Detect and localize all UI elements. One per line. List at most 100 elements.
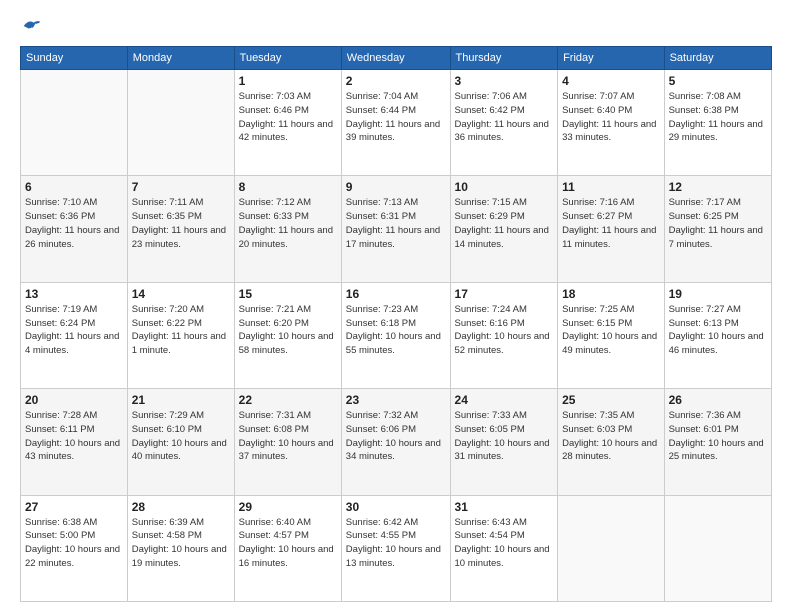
day-info: Sunrise: 7:10 AM Sunset: 6:36 PM Dayligh…	[25, 196, 123, 251]
day-info: Sunrise: 7:31 AM Sunset: 6:08 PM Dayligh…	[239, 409, 337, 464]
day-info: Sunrise: 7:07 AM Sunset: 6:40 PM Dayligh…	[562, 90, 660, 145]
day-info: Sunrise: 7:13 AM Sunset: 6:31 PM Dayligh…	[346, 196, 446, 251]
day-number: 26	[669, 393, 767, 407]
day-number: 9	[346, 180, 446, 194]
day-number: 3	[455, 74, 554, 88]
day-info: Sunrise: 7:23 AM Sunset: 6:18 PM Dayligh…	[346, 303, 446, 358]
day-info: Sunrise: 7:35 AM Sunset: 6:03 PM Dayligh…	[562, 409, 660, 464]
calendar-day-cell: 18 Sunrise: 7:25 AM Sunset: 6:15 PM Dayli…	[558, 282, 665, 388]
calendar-day-cell: 30 Sunrise: 6:42 AM Sunset: 4:55 PM Dayli…	[341, 495, 450, 601]
calendar-day-cell: 3 Sunrise: 7:06 AM Sunset: 6:42 PM Daylig…	[450, 70, 558, 176]
calendar-week-row: 13Sunrise: 7:19 AM Sunset: 6:24 PM Dayli…	[21, 282, 772, 388]
calendar-day-cell: 16 Sunrise: 7:23 AM Sunset: 6:18 PM Dayli…	[341, 282, 450, 388]
day-number: 19	[669, 287, 767, 301]
day-number: 29	[239, 500, 337, 514]
calendar-day-cell: 22 Sunrise: 7:31 AM Sunset: 6:08 PM Dayli…	[234, 389, 341, 495]
day-info: Sunrise: 6:38 AM Sunset: 5:00 PM Dayligh…	[25, 516, 123, 571]
calendar-day-cell: 9 Sunrise: 7:13 AM Sunset: 6:31 PM Daylig…	[341, 176, 450, 282]
day-number: 16	[346, 287, 446, 301]
calendar-day-cell	[664, 495, 771, 601]
calendar-header-row: SundayMondayTuesdayWednesdayThursdayFrid…	[21, 47, 772, 70]
weekday-header: Wednesday	[341, 47, 450, 70]
calendar-day-cell: 24Sunrise: 7:33 AM Sunset: 6:05 PM Dayli…	[450, 389, 558, 495]
calendar-day-cell	[21, 70, 128, 176]
day-number: 12	[669, 180, 767, 194]
calendar-day-cell	[127, 70, 234, 176]
calendar-day-cell	[558, 495, 665, 601]
calendar-day-cell: 15Sunrise: 7:21 AM Sunset: 6:20 PM Dayli…	[234, 282, 341, 388]
calendar-day-cell: 28 Sunrise: 6:39 AM Sunset: 4:58 PM Dayli…	[127, 495, 234, 601]
calendar-day-cell: 14 Sunrise: 7:20 AM Sunset: 6:22 PM Dayli…	[127, 282, 234, 388]
day-number: 24	[455, 393, 554, 407]
weekday-header: Monday	[127, 47, 234, 70]
calendar-day-cell: 26 Sunrise: 7:36 AM Sunset: 6:01 PM Dayli…	[664, 389, 771, 495]
day-info: Sunrise: 7:32 AM Sunset: 6:06 PM Dayligh…	[346, 409, 446, 464]
day-number: 10	[455, 180, 554, 194]
day-info: Sunrise: 7:15 AM Sunset: 6:29 PM Dayligh…	[455, 196, 554, 251]
day-info: Sunrise: 7:19 AM Sunset: 6:24 PM Dayligh…	[25, 303, 123, 358]
calendar-table: SundayMondayTuesdayWednesdayThursdayFrid…	[20, 46, 772, 602]
calendar-day-cell: 12Sunrise: 7:17 AM Sunset: 6:25 PM Dayli…	[664, 176, 771, 282]
day-info: Sunrise: 7:29 AM Sunset: 6:10 PM Dayligh…	[132, 409, 230, 464]
calendar-day-cell: 8Sunrise: 7:12 AM Sunset: 6:33 PM Daylig…	[234, 176, 341, 282]
header	[20, 16, 772, 36]
calendar-day-cell: 19 Sunrise: 7:27 AM Sunset: 6:13 PM Dayli…	[664, 282, 771, 388]
day-info: Sunrise: 6:42 AM Sunset: 4:55 PM Dayligh…	[346, 516, 446, 571]
calendar-week-row: 1 Sunrise: 7:03 AM Sunset: 6:46 PM Daylig…	[21, 70, 772, 176]
day-number: 30	[346, 500, 446, 514]
day-number: 28	[132, 500, 230, 514]
calendar-day-cell: 13Sunrise: 7:19 AM Sunset: 6:24 PM Dayli…	[21, 282, 128, 388]
day-number: 22	[239, 393, 337, 407]
day-number: 6	[25, 180, 123, 194]
day-info: Sunrise: 6:39 AM Sunset: 4:58 PM Dayligh…	[132, 516, 230, 571]
day-info: Sunrise: 7:08 AM Sunset: 6:38 PM Dayligh…	[669, 90, 767, 145]
day-number: 25	[562, 393, 660, 407]
calendar-week-row: 27 Sunrise: 6:38 AM Sunset: 5:00 PM Dayli…	[21, 495, 772, 601]
day-number: 2	[346, 74, 446, 88]
calendar-day-cell: 10 Sunrise: 7:15 AM Sunset: 6:29 PM Dayli…	[450, 176, 558, 282]
day-info: Sunrise: 7:20 AM Sunset: 6:22 PM Dayligh…	[132, 303, 230, 358]
weekday-header: Saturday	[664, 47, 771, 70]
calendar-day-cell: 20 Sunrise: 7:28 AM Sunset: 6:11 PM Dayli…	[21, 389, 128, 495]
logo	[20, 16, 44, 36]
day-info: Sunrise: 7:11 AM Sunset: 6:35 PM Dayligh…	[132, 196, 230, 251]
logo-text	[20, 16, 44, 36]
day-info: Sunrise: 7:03 AM Sunset: 6:46 PM Dayligh…	[239, 90, 337, 145]
day-number: 11	[562, 180, 660, 194]
day-info: Sunrise: 6:43 AM Sunset: 4:54 PM Dayligh…	[455, 516, 554, 571]
day-info: Sunrise: 7:28 AM Sunset: 6:11 PM Dayligh…	[25, 409, 123, 464]
day-info: Sunrise: 7:27 AM Sunset: 6:13 PM Dayligh…	[669, 303, 767, 358]
calendar-day-cell: 31 Sunrise: 6:43 AM Sunset: 4:54 PM Dayli…	[450, 495, 558, 601]
calendar-day-cell: 21 Sunrise: 7:29 AM Sunset: 6:10 PM Dayli…	[127, 389, 234, 495]
day-info: Sunrise: 7:12 AM Sunset: 6:33 PM Dayligh…	[239, 196, 337, 251]
day-number: 18	[562, 287, 660, 301]
day-info: Sunrise: 6:40 AM Sunset: 4:57 PM Dayligh…	[239, 516, 337, 571]
weekday-header: Sunday	[21, 47, 128, 70]
calendar-day-cell: 23 Sunrise: 7:32 AM Sunset: 6:06 PM Dayli…	[341, 389, 450, 495]
day-info: Sunrise: 7:24 AM Sunset: 6:16 PM Dayligh…	[455, 303, 554, 358]
day-number: 7	[132, 180, 230, 194]
day-number: 14	[132, 287, 230, 301]
calendar-day-cell: 17 Sunrise: 7:24 AM Sunset: 6:16 PM Dayli…	[450, 282, 558, 388]
calendar-day-cell: 4Sunrise: 7:07 AM Sunset: 6:40 PM Daylig…	[558, 70, 665, 176]
calendar-day-cell: 29 Sunrise: 6:40 AM Sunset: 4:57 PM Dayli…	[234, 495, 341, 601]
calendar-day-cell: 5 Sunrise: 7:08 AM Sunset: 6:38 PM Daylig…	[664, 70, 771, 176]
day-number: 21	[132, 393, 230, 407]
day-info: Sunrise: 7:04 AM Sunset: 6:44 PM Dayligh…	[346, 90, 446, 145]
day-info: Sunrise: 7:06 AM Sunset: 6:42 PM Dayligh…	[455, 90, 554, 145]
calendar-day-cell: 1 Sunrise: 7:03 AM Sunset: 6:46 PM Daylig…	[234, 70, 341, 176]
calendar-week-row: 6 Sunrise: 7:10 AM Sunset: 6:36 PM Daylig…	[21, 176, 772, 282]
weekday-header: Tuesday	[234, 47, 341, 70]
day-info: Sunrise: 7:25 AM Sunset: 6:15 PM Dayligh…	[562, 303, 660, 358]
day-number: 27	[25, 500, 123, 514]
day-number: 31	[455, 500, 554, 514]
day-number: 1	[239, 74, 337, 88]
day-number: 5	[669, 74, 767, 88]
day-number: 20	[25, 393, 123, 407]
day-number: 23	[346, 393, 446, 407]
calendar-day-cell: 25 Sunrise: 7:35 AM Sunset: 6:03 PM Dayli…	[558, 389, 665, 495]
day-info: Sunrise: 7:36 AM Sunset: 6:01 PM Dayligh…	[669, 409, 767, 464]
day-number: 17	[455, 287, 554, 301]
calendar-day-cell: 6 Sunrise: 7:10 AM Sunset: 6:36 PM Daylig…	[21, 176, 128, 282]
day-info: Sunrise: 7:16 AM Sunset: 6:27 PM Dayligh…	[562, 196, 660, 251]
